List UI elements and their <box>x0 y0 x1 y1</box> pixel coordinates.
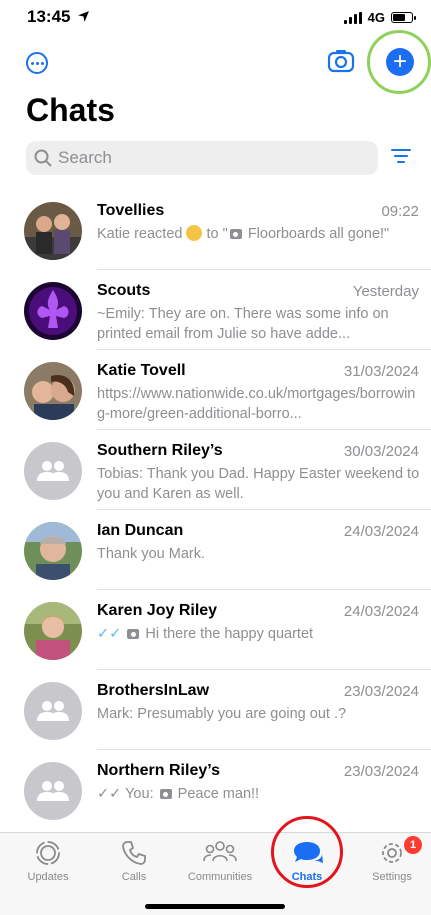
crying-emoji-icon <box>186 225 203 241</box>
chat-name: Tovellies <box>97 202 165 219</box>
avatar <box>24 202 82 260</box>
chat-row-katie-tovell[interactable]: Katie Tovell 31/03/2024 https://www.nati… <box>0 350 431 430</box>
chat-time: 23/03/2024 <box>343 683 419 700</box>
avatar <box>24 362 82 420</box>
tab-updates[interactable]: Updates <box>8 839 88 883</box>
photo-icon <box>229 229 242 239</box>
chat-row-scouts[interactable]: Scouts Yesterday ~Emily: They are on. Th… <box>0 270 431 350</box>
chat-preview: ~Emily: They are on. There was some info… <box>97 306 389 342</box>
chat-name: Ian Duncan <box>97 522 184 539</box>
status-indicators: 4G <box>343 10 416 25</box>
status-bar: 13:45 4G <box>0 0 431 36</box>
chat-time: Yesterday <box>352 283 419 300</box>
communities-icon <box>203 841 237 862</box>
signal-icon <box>343 11 362 24</box>
chat-name: Southern Riley’s <box>97 442 223 459</box>
chat-time: 23/03/2024 <box>343 763 419 780</box>
chat-name: Katie Tovell <box>97 362 186 379</box>
updates-icon <box>36 841 60 865</box>
group-avatar <box>24 762 82 820</box>
home-indicator[interactable] <box>145 904 285 909</box>
chat-row-brothersinlaw[interactable]: BrothersInLaw 23/03/2024 Mark: Presumabl… <box>0 670 431 750</box>
chat-name: Scouts <box>97 282 151 299</box>
page-title: Chats <box>26 92 115 128</box>
chat-preview: Tobias: Thank you Dad. Happy Easter week… <box>97 466 420 502</box>
avatar <box>24 602 82 660</box>
chat-row-ian-duncan[interactable]: Ian Duncan 24/03/2024 Thank you Mark. <box>0 510 431 590</box>
chat-preview: Katie reacted to " Floorboards all gone!… <box>97 225 390 242</box>
chat-preview: ✓✓ Hi there the happy quartet <box>97 626 314 642</box>
status-time: 13:45 <box>27 7 90 27</box>
tab-communities[interactable]: Communities <box>180 839 260 883</box>
group-icon <box>37 781 69 801</box>
group-icon <box>37 461 69 481</box>
photo-icon <box>159 789 172 799</box>
chat-time: 24/03/2024 <box>343 603 419 620</box>
plus-icon: + <box>392 48 407 75</box>
group-avatar <box>24 682 82 740</box>
chat-list: Tovellies 09:22 Katie reacted to " Floor… <box>0 190 431 830</box>
filter-icon[interactable] <box>391 149 411 165</box>
avatar <box>24 282 82 340</box>
camera-button[interactable] <box>327 48 355 74</box>
chat-name: Northern Riley’s <box>97 762 220 779</box>
chat-row-northern-rileys[interactable]: Northern Riley’s 23/03/2024 ✓✓ You: Peac… <box>0 750 431 830</box>
chat-time: 30/03/2024 <box>343 443 419 460</box>
gear-icon <box>382 843 402 863</box>
location-arrow-icon <box>78 11 90 22</box>
chat-row-karen-joy-riley[interactable]: Karen Joy Riley 24/03/2024 ✓✓ Hi there t… <box>0 590 431 670</box>
phone-icon <box>122 841 146 865</box>
group-icon <box>37 701 69 721</box>
chat-time: 09:22 <box>381 203 419 220</box>
settings-badge: 1 <box>404 836 422 854</box>
search-icon <box>34 149 52 167</box>
chat-row-southern-rileys[interactable]: Southern Riley’s 30/03/2024 Tobias: Than… <box>0 430 431 510</box>
chat-preview: Mark: Presumably you are going out .? <box>97 706 347 722</box>
chat-row-tovellies[interactable]: Tovellies 09:22 Katie reacted to " Floor… <box>0 190 431 270</box>
chat-name: BrothersInLaw <box>97 682 210 699</box>
chat-time: 24/03/2024 <box>343 523 419 540</box>
chat-preview: Thank you Mark. <box>97 546 205 562</box>
group-avatar <box>24 442 82 500</box>
chat-preview: ✓✓ You: Peace man!! <box>97 786 260 802</box>
tab-calls[interactable]: Calls <box>94 839 174 883</box>
photo-icon <box>127 629 140 639</box>
new-chat-button[interactable]: + <box>386 48 414 76</box>
delivered-ticks-icon: ✓✓ <box>97 786 122 802</box>
search-input[interactable] <box>58 148 358 168</box>
more-options-button[interactable] <box>26 52 48 74</box>
highlight-ring <box>271 816 343 888</box>
read-ticks-icon: ✓✓ <box>97 626 122 642</box>
chat-name: Karen Joy Riley <box>97 602 218 619</box>
battery-icon <box>391 12 416 23</box>
avatar <box>24 522 82 580</box>
network-type: 4G <box>367 10 385 25</box>
search-bar[interactable] <box>26 141 378 175</box>
tab-bar: Updates Calls Communities Chats Settings <box>0 832 431 915</box>
chat-time: 31/03/2024 <box>343 363 419 380</box>
camera-icon <box>327 50 355 73</box>
chat-preview: https://www.nationwide.co.uk/mortgages/b… <box>97 386 416 422</box>
